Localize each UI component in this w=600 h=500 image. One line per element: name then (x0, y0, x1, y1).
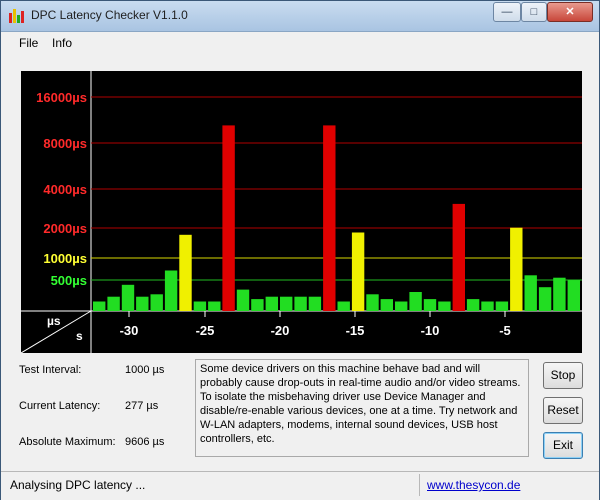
latency-bar (553, 277, 566, 311)
corner-unit-s: s (76, 329, 83, 343)
latency-bar (265, 296, 278, 311)
latency-bar (495, 301, 509, 311)
y-tick-label: 4000µs (43, 182, 87, 197)
latency-bar (510, 227, 523, 311)
current-latency-label: Current Latency: (19, 400, 101, 412)
latency-bar (423, 299, 437, 311)
test-interval-label: Test Interval: (19, 364, 82, 376)
status-bar: Analysing DPC latency ... www.thesycon.d… (1, 471, 599, 500)
latency-bar (308, 296, 322, 311)
absolute-max-value: 9606 µs (125, 436, 165, 448)
x-tick-label: -10 (421, 323, 440, 338)
latency-bar (208, 301, 221, 311)
latency-bar (93, 301, 106, 311)
latency-bar (323, 125, 336, 312)
test-interval-value: 1000 µs (125, 364, 165, 376)
latency-bar (251, 299, 264, 311)
minimize-button[interactable]: — (493, 2, 521, 22)
app-icon (9, 9, 25, 23)
maximize-button[interactable]: □ (521, 2, 547, 22)
latency-chart: µs s 16000µs 8000µs 4000µs 2000µs 1000µs 500µ… (21, 71, 582, 353)
title-bar[interactable]: DPC Latency Checker V1.1.0 — □ ✕ (1, 1, 599, 32)
latency-bar (164, 270, 178, 311)
y-tick-label: 16000µs (36, 90, 87, 105)
latency-bar (380, 299, 393, 311)
latency-bar (107, 296, 120, 311)
latency-bar (121, 284, 135, 311)
corner-unit-us: µs (47, 314, 61, 328)
x-tick-label: -25 (196, 323, 215, 338)
latency-bar (136, 296, 149, 311)
menu-bar: File Info (1, 32, 599, 54)
latency-bar (366, 294, 379, 311)
stop-button[interactable]: Stop (543, 362, 583, 389)
latency-bar (438, 301, 451, 311)
latency-bar (236, 289, 250, 311)
x-tick-label: -15 (346, 323, 365, 338)
latency-bar (337, 301, 350, 311)
latency-bar (280, 296, 293, 311)
latency-bar (409, 292, 422, 311)
absolute-max-label: Absolute Maximum: (19, 436, 116, 448)
latency-bar (395, 301, 408, 311)
latency-bar (294, 296, 307, 311)
reset-button[interactable]: Reset (543, 397, 583, 424)
latency-bar (179, 234, 192, 311)
x-tick-label: -20 (271, 323, 290, 338)
menu-info[interactable]: Info (52, 36, 72, 50)
y-tick-label: 2000µs (43, 221, 87, 236)
latency-bar (452, 203, 465, 311)
website-link[interactable]: www.thesycon.de (427, 478, 520, 492)
x-tick-label: -5 (499, 323, 511, 338)
latency-bar (466, 299, 480, 311)
latency-bar (567, 280, 580, 311)
latency-bar (351, 232, 365, 311)
y-tick-label: 1000µs (43, 251, 87, 266)
latency-bar (150, 294, 163, 311)
menu-file[interactable]: File (19, 36, 38, 50)
latency-bar (538, 287, 552, 311)
app-window: DPC Latency Checker V1.1.0 — □ ✕ File In… (0, 0, 600, 500)
y-tick-label: 8000µs (43, 136, 87, 151)
exit-button[interactable]: Exit (543, 432, 583, 459)
window-title: DPC Latency Checker V1.1.0 (31, 8, 188, 22)
status-text: Analysing DPC latency ... (10, 478, 146, 492)
current-latency-value: 277 µs (125, 400, 159, 412)
latency-bar (481, 301, 494, 311)
close-button[interactable]: ✕ (547, 2, 593, 22)
latency-bar (193, 301, 207, 311)
latency-bar (524, 275, 537, 311)
status-divider (419, 474, 420, 496)
info-message: Some device drivers on this machine beha… (195, 359, 529, 457)
x-tick-label: -30 (120, 323, 139, 338)
y-tick-label: 500µs (51, 273, 87, 288)
latency-bar (222, 125, 235, 312)
